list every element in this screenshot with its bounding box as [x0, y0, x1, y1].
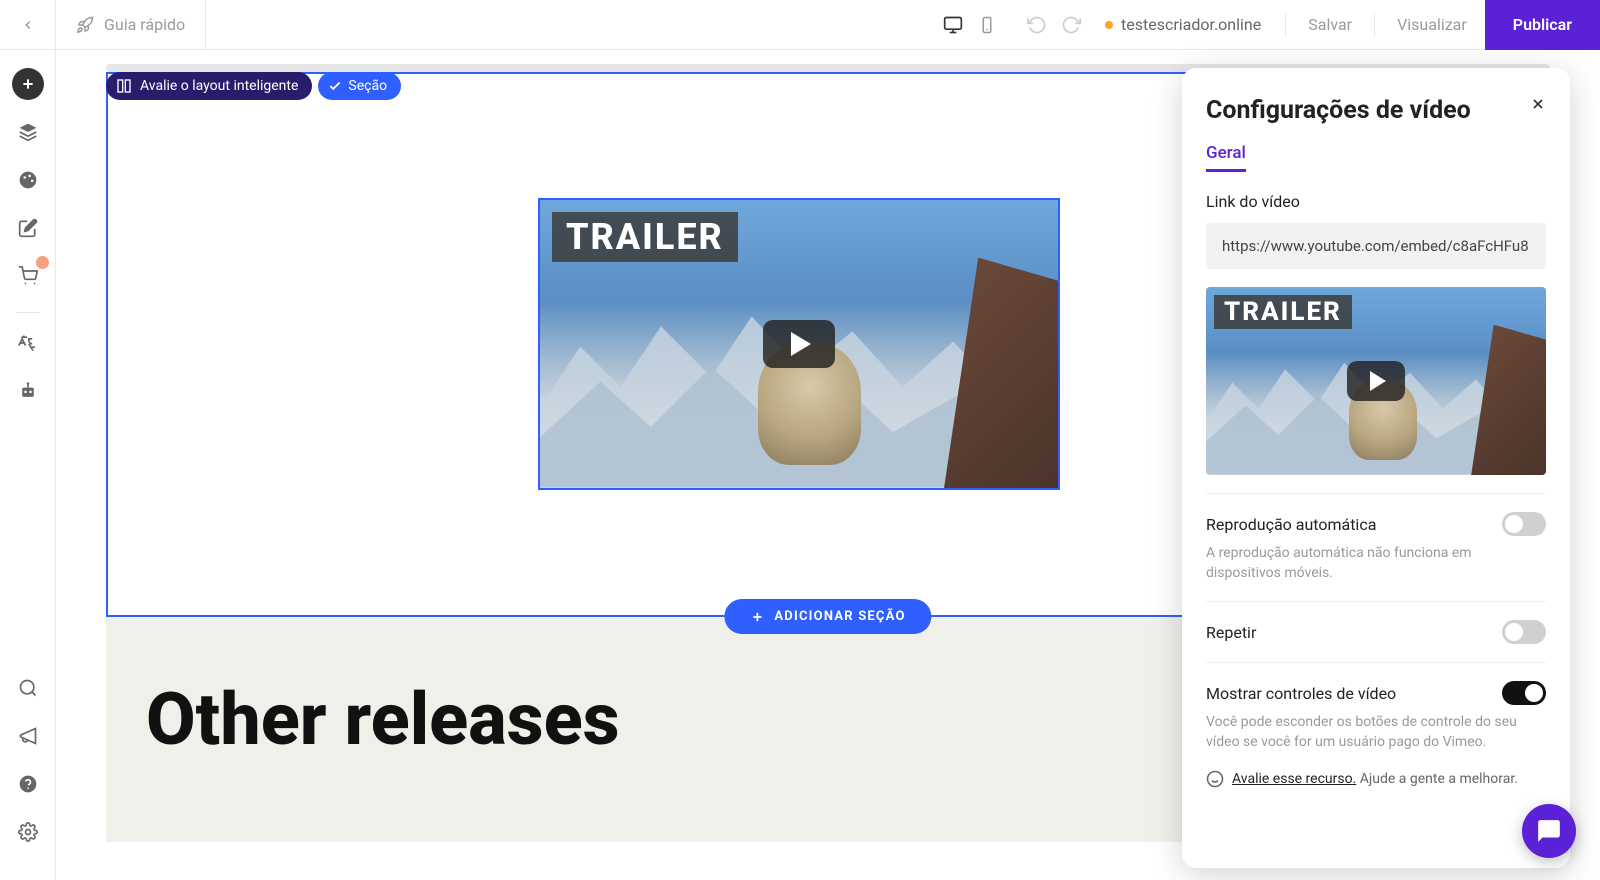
feedback-text: Ajude a gente a melhorar. [1360, 771, 1518, 787]
panel-body: Link do vídeo https://www.youtube.com/em… [1206, 192, 1546, 848]
topbar-left: Guia rápido [0, 0, 206, 50]
trailer-label: TRAILER [552, 212, 738, 262]
add-element-button[interactable] [12, 68, 44, 100]
back-button[interactable] [0, 0, 56, 50]
search-button[interactable] [12, 672, 44, 704]
intercom-chat-button[interactable] [1522, 804, 1576, 858]
divider [16, 312, 40, 313]
play-icon [791, 332, 811, 356]
controls-toggle[interactable] [1502, 681, 1546, 705]
left-sidebar [0, 50, 56, 880]
search-icon [18, 678, 38, 698]
close-panel-button[interactable] [1530, 96, 1546, 112]
undo-button[interactable] [1027, 15, 1047, 35]
desktop-icon [943, 15, 963, 35]
layers-icon [18, 122, 38, 142]
site-name-label: testescriador.online [1121, 15, 1261, 34]
palette-icon [18, 170, 38, 190]
video-preview: TRAILER [1206, 287, 1546, 475]
feedback-row: Avalie esse recurso. Ajude a gente a mel… [1206, 770, 1546, 788]
autoplay-toggle[interactable] [1502, 512, 1546, 536]
divider [1206, 493, 1546, 494]
chat-icon [1536, 818, 1562, 844]
megaphone-icon [18, 726, 38, 746]
announcements-button[interactable] [12, 720, 44, 752]
publish-button[interactable]: Publicar [1485, 0, 1600, 50]
quick-guide-label: Guia rápido [104, 15, 185, 34]
video-link-label: Link do vídeo [1206, 192, 1546, 211]
help-icon [18, 774, 38, 794]
styles-button[interactable] [12, 164, 44, 196]
divider [1206, 662, 1546, 663]
autoplay-label: Reprodução automática [1206, 515, 1376, 534]
repeat-label: Repetir [1206, 623, 1256, 642]
play-button[interactable] [763, 320, 835, 368]
translate-icon [18, 333, 38, 353]
video-link-input[interactable]: https://www.youtube.com/embed/c8aFcHFu8 [1206, 223, 1546, 269]
layers-button[interactable] [12, 116, 44, 148]
repeat-toggle[interactable] [1502, 620, 1546, 644]
trailer-label: TRAILER [1214, 295, 1352, 329]
device-switcher [937, 9, 1003, 41]
tab-general[interactable]: Geral [1206, 143, 1246, 172]
help-button[interactable] [12, 768, 44, 800]
settings-button[interactable] [12, 816, 44, 848]
play-icon [1370, 371, 1386, 391]
mobile-icon [978, 16, 996, 34]
section-badges: Avalie o layout inteligente Seção [106, 72, 401, 100]
feedback-link[interactable]: Avalie esse recurso. [1232, 771, 1356, 787]
divider [1374, 13, 1375, 37]
plus-icon [750, 610, 764, 624]
layout-icon [116, 78, 132, 94]
autoplay-description: A reprodução automática não funciona em … [1206, 544, 1546, 583]
edit-icon [18, 218, 38, 238]
mobile-view-button[interactable] [971, 9, 1003, 41]
smile-icon [1206, 770, 1224, 788]
translate-button[interactable] [12, 327, 44, 359]
video-element[interactable]: TRAILER [538, 198, 1060, 490]
top-bar: Guia rápido testescriador.online Salva [0, 0, 1600, 50]
robot-icon [18, 381, 38, 401]
check-icon [328, 79, 342, 93]
notification-badge [36, 256, 49, 269]
divider [1206, 601, 1546, 602]
undo-icon [1027, 15, 1047, 35]
save-button[interactable]: Salvar [1290, 0, 1370, 50]
site-status[interactable]: testescriador.online [1105, 15, 1261, 34]
rocket-icon [76, 16, 94, 34]
video-settings-panel: Configurações de vídeo Geral Link do víd… [1182, 68, 1570, 868]
cart-icon [18, 266, 38, 286]
plus-icon [20, 76, 36, 92]
ai-button[interactable] [12, 375, 44, 407]
redo-icon [1061, 15, 1081, 35]
gear-icon [18, 822, 38, 842]
section-badge[interactable]: Seção [318, 72, 401, 100]
desktop-view-button[interactable] [937, 9, 969, 41]
panel-tabs: Geral [1206, 143, 1546, 172]
blog-button[interactable] [12, 212, 44, 244]
panel-title: Configurações de vídeo [1206, 96, 1471, 125]
preview-button[interactable]: Visualizar [1379, 0, 1485, 50]
history-buttons [1027, 15, 1081, 35]
store-button[interactable] [12, 260, 44, 292]
preview-play-button[interactable] [1347, 361, 1405, 401]
status-dot-icon [1105, 21, 1113, 29]
add-section-button[interactable]: ADICIONAR SEÇÃO [724, 599, 931, 634]
controls-description: Você pode esconder os botões de controle… [1206, 713, 1546, 752]
topbar-center: testescriador.online Salvar Visualizar P… [206, 0, 1600, 50]
controls-label: Mostrar controles de vídeo [1206, 684, 1396, 703]
smart-layout-badge[interactable]: Avalie o layout inteligente [106, 72, 312, 100]
divider [1285, 13, 1286, 37]
close-icon [1530, 96, 1546, 112]
video-thumbnail: TRAILER [540, 200, 1058, 488]
redo-button[interactable] [1061, 15, 1081, 35]
quick-guide-button[interactable]: Guia rápido [56, 0, 206, 50]
